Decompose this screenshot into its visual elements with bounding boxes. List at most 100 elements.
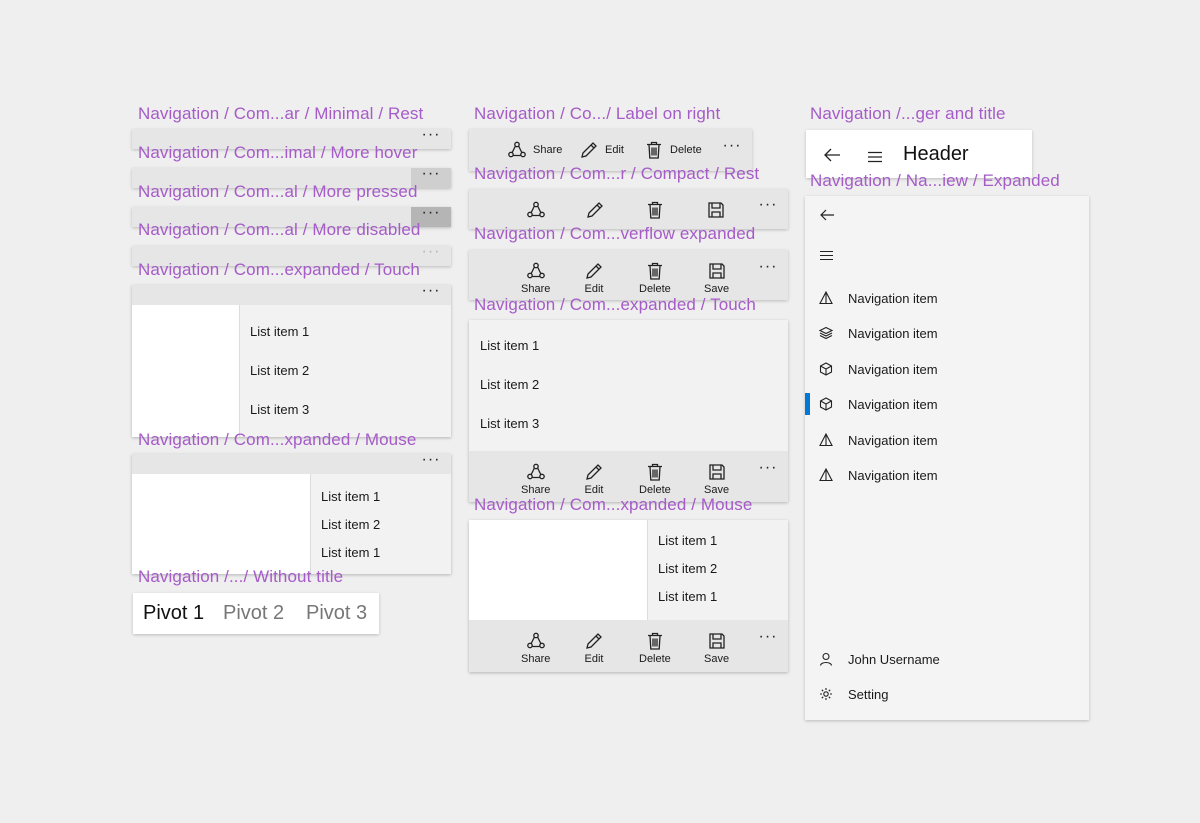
menu-item[interactable]: List item 2 bbox=[250, 363, 309, 378]
edit-button[interactable]: Edit bbox=[584, 261, 604, 295]
back-arrow-icon[interactable] bbox=[819, 208, 835, 222]
overflow-menu: List item 1 List item 2 List item 3 bbox=[239, 305, 451, 437]
delete-button[interactable]: Delete bbox=[639, 631, 671, 665]
pivot-tab-1[interactable]: Pivot 1 bbox=[143, 602, 204, 625]
content-area bbox=[469, 520, 647, 620]
nav-item[interactable]: Navigation item bbox=[805, 354, 1089, 384]
content-area bbox=[132, 305, 239, 437]
menu-item[interactable]: List item 1 bbox=[250, 324, 309, 339]
save-icon bbox=[708, 263, 725, 279]
edit-button[interactable]: Edit bbox=[579, 140, 624, 160]
gear-icon bbox=[820, 688, 832, 700]
caption: Navigation / Com...expanded / Touch bbox=[138, 260, 420, 279]
caption: Navigation / Co.../ Label on right bbox=[474, 104, 721, 123]
setting-item[interactable]: Setting bbox=[805, 679, 1089, 709]
menu-item[interactable]: List item 1 bbox=[321, 489, 380, 504]
more-button[interactable]: ··· bbox=[748, 451, 788, 493]
delete-button[interactable]: Delete bbox=[639, 261, 671, 295]
pivot-tab-2[interactable]: Pivot 2 bbox=[223, 602, 284, 625]
share-button[interactable]: Share bbox=[521, 261, 550, 295]
save-button[interactable]: Save bbox=[704, 261, 729, 295]
nav-item-label: Navigation item bbox=[848, 467, 938, 483]
share-label: Share bbox=[533, 144, 563, 156]
nav-item-selected[interactable]: Navigation item bbox=[805, 389, 1089, 419]
edit-button[interactable]: Edit bbox=[584, 631, 604, 665]
delete-button[interactable] bbox=[645, 200, 665, 220]
layers-icon bbox=[819, 326, 833, 340]
delete-button[interactable]: Delete bbox=[639, 462, 671, 496]
save-icon bbox=[708, 202, 724, 218]
edit-label: Edit bbox=[584, 653, 604, 665]
more-button[interactable]: ··· bbox=[748, 620, 788, 662]
back-arrow-icon[interactable] bbox=[823, 147, 841, 163]
navigation-view-expanded: Navigation item Navigation item Navigati… bbox=[805, 196, 1089, 720]
caption: Navigation / Com...al / More disabled bbox=[138, 220, 421, 239]
caption: Navigation / Com...verflow expanded bbox=[474, 224, 756, 243]
delete-button[interactable]: Delete bbox=[644, 140, 702, 160]
pencil-icon bbox=[587, 202, 603, 218]
share-label: Share bbox=[521, 653, 551, 665]
edit-label: Edit bbox=[584, 283, 604, 295]
menu-item[interactable]: List item 2 bbox=[480, 377, 539, 392]
edit-button[interactable] bbox=[585, 200, 605, 220]
share-icon bbox=[527, 201, 545, 218]
nav-item[interactable]: Navigation item bbox=[805, 425, 1089, 455]
header-title: Header bbox=[903, 143, 969, 165]
menu-item[interactable]: List item 1 bbox=[480, 338, 539, 353]
cube-icon bbox=[819, 397, 833, 411]
minimal-overflow-mouse: ··· List item 1 List item 2 List item 1 bbox=[132, 452, 451, 574]
edit-button[interactable]: Edit bbox=[584, 462, 604, 496]
nav-item-label: Navigation item bbox=[848, 361, 938, 377]
menu-item[interactable]: List item 3 bbox=[250, 402, 309, 417]
nav-item[interactable]: Navigation item bbox=[805, 318, 1089, 348]
more-button[interactable]: ··· bbox=[748, 250, 788, 292]
nav-item[interactable]: Navigation item bbox=[805, 283, 1089, 313]
pencil-icon bbox=[581, 142, 597, 158]
triangle-icon bbox=[819, 433, 833, 447]
account-item[interactable]: John Username bbox=[805, 644, 1089, 674]
share-icon bbox=[526, 463, 545, 480]
caption: Navigation / Com...expanded / Touch bbox=[474, 295, 756, 314]
trash-icon bbox=[647, 262, 662, 280]
delete-label: Delete bbox=[639, 653, 671, 665]
share-button[interactable]: Share bbox=[507, 140, 562, 160]
menu-item[interactable]: List item 3 bbox=[480, 416, 539, 431]
overflow-menu: List item 1 List item 2 List item 3 bbox=[469, 320, 788, 451]
command-bar-expanded-mouse: List item 1 List item 2 List item 1 Shar… bbox=[469, 520, 788, 672]
save-icon bbox=[708, 464, 725, 480]
overflow-menu: List item 1 List item 2 List item 1 bbox=[310, 474, 451, 574]
triangle-icon bbox=[819, 291, 833, 305]
share-icon bbox=[526, 262, 545, 279]
save-button[interactable] bbox=[706, 200, 726, 220]
caption: Navigation / Com...r / Compact / Rest bbox=[474, 164, 760, 183]
share-button[interactable]: Share bbox=[521, 462, 550, 496]
hamburger-icon[interactable] bbox=[867, 151, 883, 163]
more-button[interactable]: ··· bbox=[411, 283, 451, 305]
content-area bbox=[132, 474, 310, 574]
selection-indicator bbox=[805, 393, 810, 415]
menu-item[interactable]: List item 1 bbox=[658, 589, 717, 604]
caption: Navigation / Na...iew / Expanded bbox=[810, 171, 1060, 190]
more-button[interactable]: ··· bbox=[748, 189, 788, 229]
hamburger-icon[interactable] bbox=[819, 250, 834, 261]
account-name: John Username bbox=[848, 651, 940, 667]
menu-item[interactable]: List item 2 bbox=[321, 517, 380, 532]
command-bar: ··· bbox=[132, 452, 451, 474]
command-bar-compact-rest: ··· bbox=[469, 189, 788, 229]
caption: Navigation / Com...xpanded / Mouse bbox=[474, 495, 753, 514]
command-bar: ··· bbox=[132, 283, 451, 305]
pencil-icon bbox=[586, 263, 602, 279]
triangle-icon bbox=[819, 468, 833, 482]
save-button[interactable]: Save bbox=[704, 462, 729, 496]
save-label: Save bbox=[704, 653, 730, 665]
menu-item[interactable]: List item 1 bbox=[321, 545, 380, 560]
save-button[interactable]: Save bbox=[704, 631, 729, 665]
menu-item[interactable]: List item 2 bbox=[658, 561, 717, 576]
more-button[interactable]: ··· bbox=[411, 452, 451, 474]
nav-item[interactable]: Navigation item bbox=[805, 460, 1089, 490]
share-button[interactable]: Share bbox=[521, 631, 550, 665]
pivot-tab-3[interactable]: Pivot 3 bbox=[306, 602, 367, 625]
nav-item-label: Navigation item bbox=[848, 432, 938, 448]
menu-item[interactable]: List item 1 bbox=[658, 533, 717, 548]
share-button[interactable] bbox=[526, 200, 546, 220]
